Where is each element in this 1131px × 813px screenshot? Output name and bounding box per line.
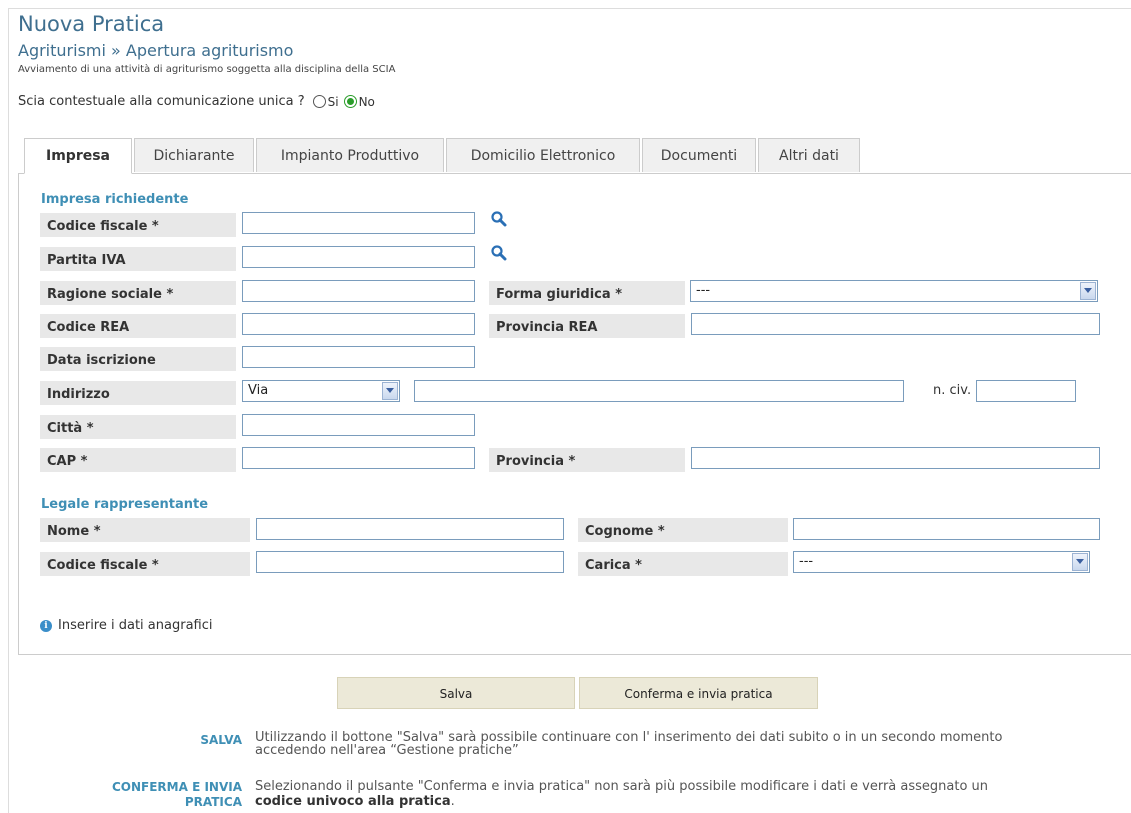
tab-domicilio-elettronico[interactable]: Domicilio Elettronico — [446, 138, 640, 172]
tab-impresa[interactable]: Impresa — [24, 138, 132, 174]
numero-civico-input[interactable] — [976, 380, 1076, 402]
help-conferma-key-line2: PRATICA — [184, 795, 242, 809]
codice-rea-input[interactable] — [242, 313, 475, 335]
label-forma-giuridica: Forma giuridica * — [489, 281, 685, 307]
info-text: Inserire i dati anagrafici — [58, 618, 213, 633]
label-provincia: Provincia * — [489, 448, 685, 474]
search-icon[interactable] — [490, 210, 508, 228]
label-citta: Città * — [40, 415, 236, 441]
tab-impianto-produttivo[interactable]: Impianto Produttivo — [256, 138, 444, 172]
label-partita-iva: Partita IVA — [40, 247, 236, 273]
help-conferma-key-line1: CONFERMA E INVIA — [111, 780, 242, 794]
radio-si-label[interactable]: Si — [328, 95, 339, 109]
label-nome: Nome * — [40, 518, 250, 544]
form-panel — [18, 173, 1131, 655]
forma-giuridica-value: --- — [696, 283, 711, 298]
chevron-down-icon[interactable] — [1080, 282, 1096, 300]
nome-input[interactable] — [256, 518, 564, 540]
provincia-rea-input[interactable] — [691, 313, 1100, 335]
help-conferma-line1: Selezionando il pulsante "Conferma e inv… — [255, 779, 989, 794]
tab-bar: Impresa Dichiarante Impianto Produttivo … — [24, 138, 862, 174]
label-provincia-rea: Provincia REA — [489, 314, 685, 340]
data-iscrizione-input[interactable] — [242, 346, 475, 368]
tab-altri-dati[interactable]: Altri dati — [758, 138, 860, 172]
carica-value: --- — [799, 554, 814, 569]
help-salva-line2: accedendo nell'area “Gestione pratiche” — [255, 743, 519, 758]
tab-dichiarante[interactable]: Dichiarante — [134, 138, 254, 172]
section-legale-rappresentante: Legale rappresentante — [41, 497, 209, 512]
indirizzo-tipo-value: Via — [248, 383, 269, 398]
label-codice-fiscale-legale: Codice fiscale * — [40, 552, 250, 578]
codice-fiscale-legale-input[interactable] — [256, 551, 564, 573]
forma-giuridica-select[interactable]: --- — [690, 280, 1098, 302]
codice-fiscale-input[interactable] — [242, 212, 475, 234]
radio-si[interactable] — [312, 95, 326, 108]
help-conferma-end: . — [450, 794, 455, 809]
citta-input[interactable] — [242, 414, 475, 436]
save-button[interactable]: Salva — [337, 677, 575, 709]
ragione-sociale-input[interactable] — [242, 280, 475, 302]
info-message: i Inserire i dati anagrafici — [40, 618, 212, 633]
label-codice-fiscale: Codice fiscale * — [40, 213, 236, 239]
help-conferma-line2: codice univoco alla pratica. — [255, 795, 455, 808]
label-cognome: Cognome * — [578, 518, 788, 544]
page-description: Avviamento di una attività di agriturism… — [18, 64, 396, 75]
chevron-down-icon[interactable] — [382, 382, 398, 400]
tab-documenti[interactable]: Documenti — [642, 138, 756, 172]
radio-no-label[interactable]: No — [359, 95, 375, 109]
label-codice-rea: Codice REA — [40, 314, 236, 340]
partita-iva-input[interactable] — [242, 246, 475, 268]
label-indirizzo: Indirizzo — [40, 381, 236, 407]
section-impresa-richiedente: Impresa richiedente — [41, 192, 189, 207]
info-icon: i — [40, 619, 52, 632]
breadcrumb: Agriturismi » Apertura agriturismo — [18, 41, 294, 60]
help-salva-key: SALVA — [200, 733, 242, 747]
scia-question-row: Scia contestuale alla comunicazione unic… — [18, 94, 375, 109]
confirm-send-button[interactable]: Conferma e invia pratica — [579, 677, 818, 709]
chevron-down-icon[interactable] — [1072, 553, 1088, 571]
label-numero-civico: n. civ. — [933, 383, 972, 398]
page-title: Nuova Pratica — [18, 12, 165, 36]
cap-input[interactable] — [242, 447, 475, 469]
label-ragione-sociale: Ragione sociale * — [40, 281, 236, 307]
indirizzo-tipo-select[interactable]: Via — [242, 380, 400, 402]
scia-question-label: Scia contestuale alla comunicazione unic… — [18, 94, 305, 109]
radio-no[interactable] — [343, 95, 357, 108]
help-conferma-bold: codice univoco alla pratica — [255, 794, 451, 809]
cognome-input[interactable] — [793, 518, 1100, 540]
carica-select[interactable]: --- — [793, 551, 1090, 573]
provincia-input[interactable] — [691, 447, 1100, 469]
label-carica: Carica * — [578, 552, 788, 578]
label-cap: CAP * — [40, 448, 236, 474]
search-icon[interactable] — [490, 244, 508, 262]
indirizzo-input[interactable] — [414, 380, 904, 402]
label-data-iscrizione: Data iscrizione — [40, 347, 236, 373]
